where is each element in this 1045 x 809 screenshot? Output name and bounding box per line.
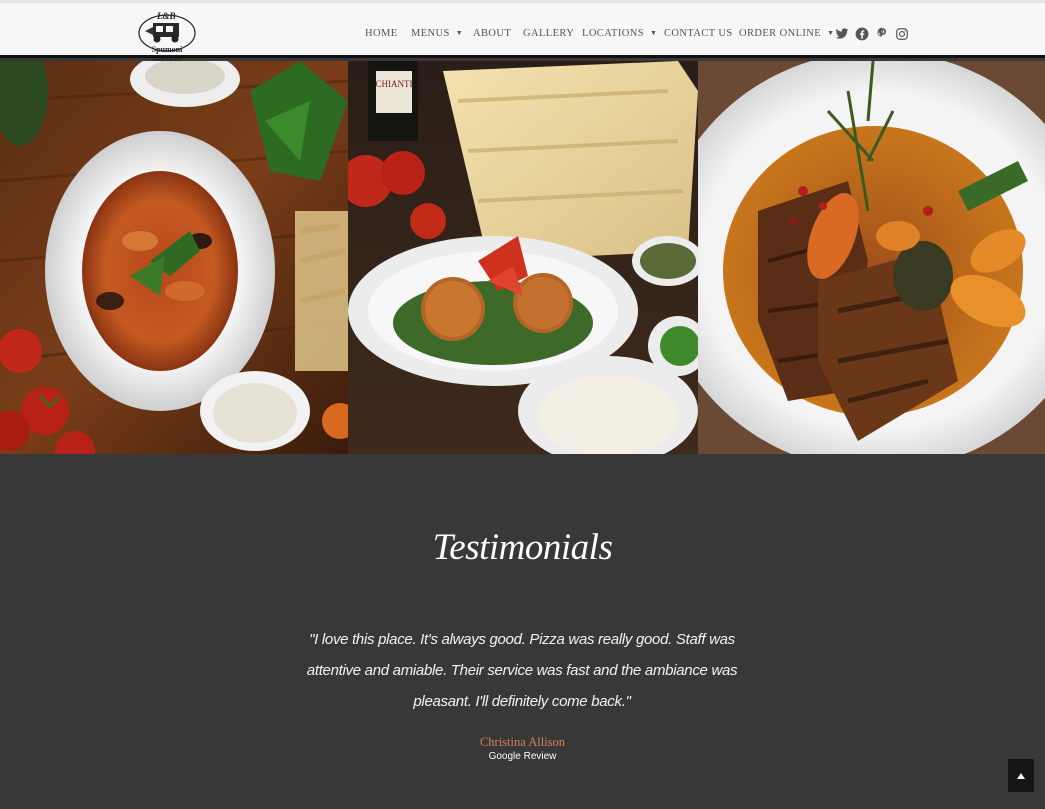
nav-item-contact-us[interactable]: CONTACT US	[664, 28, 733, 39]
testimonial-source: Google Review	[488, 751, 557, 762]
nav-item-home[interactable]: HOME	[365, 28, 398, 39]
nav-item-locations[interactable]: LOCATIONS ▼	[582, 28, 657, 39]
back-to-top-button[interactable]	[1008, 759, 1034, 792]
arrow-up-icon	[1017, 773, 1025, 779]
nav-item-label: HOME	[365, 28, 398, 39]
hero-gallery: CHIANTI	[0, 61, 1045, 454]
svg-text:CHIANTI: CHIANTI	[376, 79, 413, 89]
nav-item-order-online[interactable]: ORDER ONLINE ▼	[739, 28, 834, 39]
arancini-dish-photo: CHIANTI	[348, 61, 698, 454]
pasta-dish-photo	[0, 61, 348, 454]
testimonial-author: Christina Allison	[479, 735, 566, 749]
chevron-down-icon: ▼	[827, 29, 835, 37]
nav-item-gallery[interactable]: GALLERY	[523, 28, 574, 39]
chevron-down-icon: ▼	[649, 29, 658, 37]
nav-item-about[interactable]: ABOUT	[473, 28, 511, 39]
twitter-icon[interactable]	[835, 27, 849, 41]
nav-item-menus[interactable]: MENUS ▼	[411, 28, 463, 39]
svg-text:L&B: L&B	[156, 11, 176, 21]
testimonial-quote: "I love this place. It's always good. Pi…	[306, 631, 738, 710]
instagram-icon[interactable]	[895, 27, 909, 41]
nav-item-label: ORDER ONLINE	[739, 28, 822, 39]
site-header: L&B Spumoni Gardens HOME MENUS ▼ ABOUT GA…	[0, 0, 1045, 63]
nav-item-label: ABOUT	[473, 28, 512, 39]
nav-item-label: LOCATIONS	[582, 28, 644, 39]
pinterest-icon[interactable]	[875, 27, 889, 41]
nav-item-label: CONTACT US	[664, 28, 733, 39]
nav-item-label: MENUS	[411, 28, 450, 39]
facebook-icon[interactable]	[855, 27, 869, 41]
nav-item-label: GALLERY	[523, 28, 575, 39]
testimonials-heading: Testimonials	[432, 527, 613, 568]
chevron-down-icon: ▼	[455, 29, 464, 37]
chicken-dish-photo	[698, 61, 1045, 454]
